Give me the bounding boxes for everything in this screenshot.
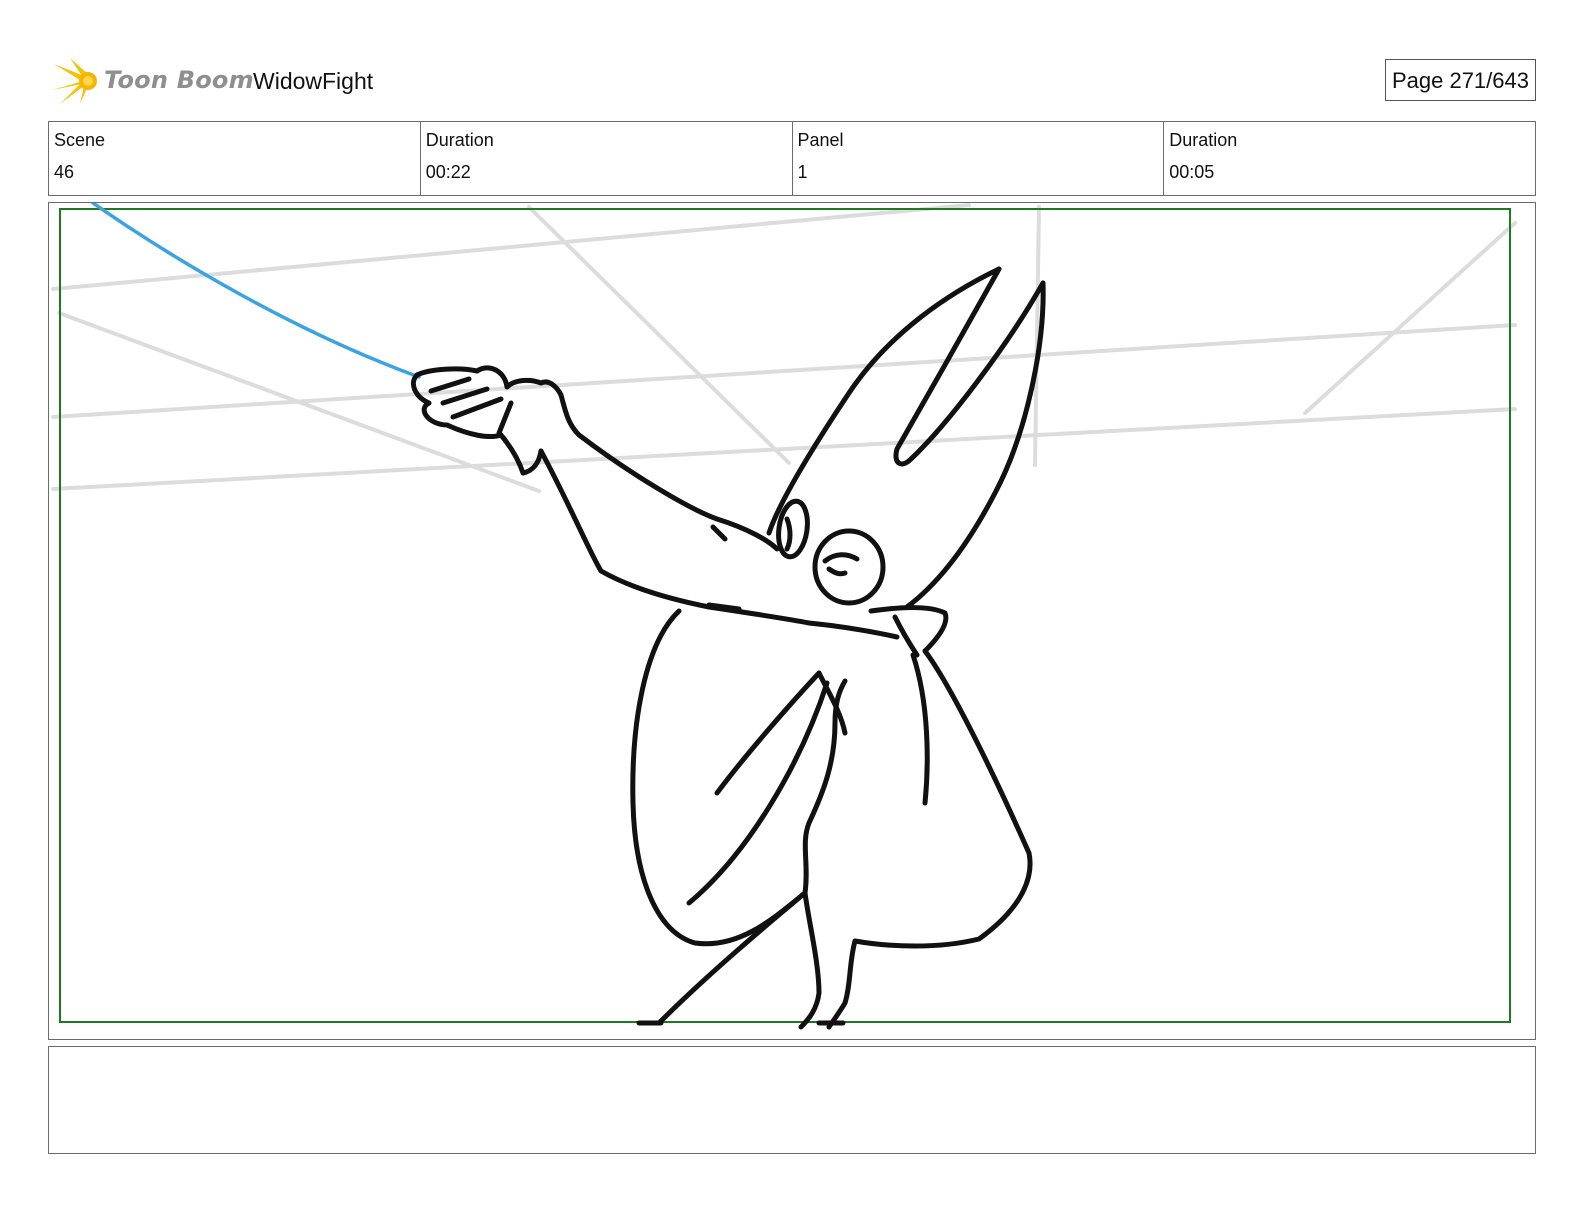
background-lines xyxy=(51,203,1517,493)
scene-duration-value: 00:22 xyxy=(425,162,471,182)
panel-cell: Panel 1 xyxy=(793,122,1165,195)
scene-cell: Scene 46 xyxy=(49,122,421,195)
panel-sketch xyxy=(51,203,1517,1030)
scene-info-table: Scene 46 Duration 00:22 Panel 1 Duration… xyxy=(48,121,1536,196)
scene-value: 46 xyxy=(54,162,75,182)
panel-duration-label: Duration xyxy=(1169,130,1238,150)
scene-duration-cell: Duration 00:22 xyxy=(421,122,793,195)
web-line xyxy=(91,203,421,379)
page-header: Toon Boom WidowFight Page 271/643 xyxy=(48,56,1536,108)
panel-notes-box xyxy=(48,1046,1536,1154)
safe-frame xyxy=(59,208,1511,1023)
character-sketch xyxy=(411,266,1046,1030)
project-title: WidowFight xyxy=(253,68,374,94)
toon-boom-logo: Toon Boom xyxy=(48,56,254,108)
logo-text: Toon Boom xyxy=(104,66,254,94)
sunburst-icon xyxy=(50,58,97,104)
panel-value: 1 xyxy=(797,162,808,182)
storyboard-panel xyxy=(48,202,1536,1040)
scene-duration-label: Duration xyxy=(425,130,494,150)
panel-duration-value: 00:05 xyxy=(1169,162,1215,182)
page-number: Page 271/643 xyxy=(1384,59,1536,101)
panel-label: Panel xyxy=(797,130,844,150)
panel-duration-cell: Duration 00:05 xyxy=(1164,122,1535,195)
scene-label: Scene xyxy=(54,130,106,150)
